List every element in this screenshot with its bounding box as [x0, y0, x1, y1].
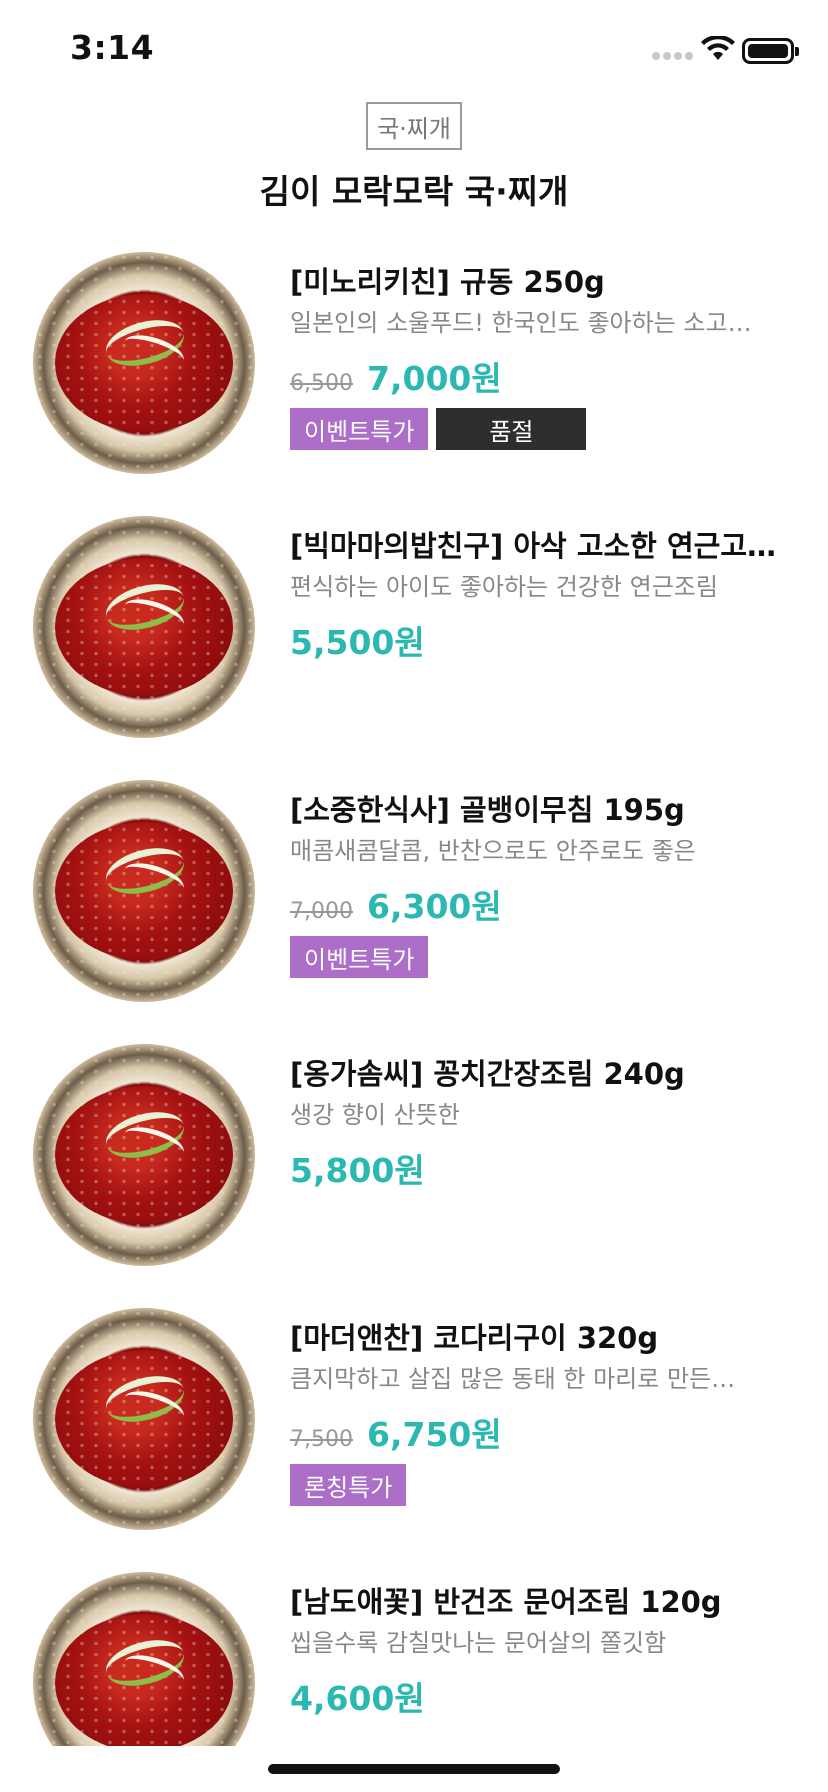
sale-price: 4,600원	[290, 1679, 425, 1718]
sale-price: 6,300원	[366, 887, 502, 926]
product-description: 매콤새콤달콤, 반찬으로도 안주로도 좋은	[290, 837, 696, 865]
category-tag[interactable]: 국·찌개	[366, 102, 462, 150]
product-thumbnail	[33, 780, 255, 1002]
event-badge: 이벤트특가	[290, 408, 429, 450]
product-name: [옹가솜씨] 꽁치간장조림 240g	[290, 1057, 685, 1091]
product-item[interactable]: [남도애꽃] 반건조 문어조림 120g 씹을수록 감칠맛나는 문어살의 쫄깃함…	[0, 1568, 828, 1746]
sale-price: 5,500원	[290, 623, 425, 662]
product-name: [소중한식사] 골뱅이무침 195g	[290, 793, 685, 827]
product-thumbnail	[33, 252, 255, 474]
wifi-icon	[701, 36, 735, 60]
sale-price: 6,750원	[366, 1415, 502, 1454]
signal-dots-icon	[652, 52, 693, 60]
screen: 3:14 국·찌개 김이 모락모락 국·찌개 [미노리키친] 규동 250g 일…	[0, 0, 828, 1792]
launch-badge: 론칭특가	[290, 1464, 407, 1506]
product-description: 일본인의 소울푸드! 한국인도 좋아하는 소고…	[290, 309, 752, 337]
product-thumbnail	[33, 1308, 255, 1530]
product-item[interactable]: [미노리키친] 규동 250g 일본인의 소울푸드! 한국인도 좋아하는 소고……	[0, 248, 828, 512]
sale-price: 7,000원	[366, 359, 502, 398]
event-badge: 이벤트특가	[290, 936, 429, 978]
soldout-badge: 품절	[436, 408, 587, 450]
product-description: 큼지막하고 살집 많은 동태 한 마리로 만든…	[290, 1365, 736, 1393]
product-name: [빅마마의밥친구] 아삭 고소한 연근고…	[290, 529, 776, 563]
original-price: 6,500	[290, 371, 353, 396]
product-name: [마더앤찬] 코다리구이 320g	[290, 1321, 659, 1355]
status-bar: 3:14	[0, 0, 828, 100]
product-description: 생강 향이 산뜻한	[290, 1101, 460, 1129]
product-name: [남도애꽃] 반건조 문어조림 120g	[290, 1585, 722, 1619]
product-thumbnail	[33, 1044, 255, 1266]
product-item[interactable]: [소중한식사] 골뱅이무침 195g 매콤새콤달콤, 반찬으로도 안주로도 좋은…	[0, 776, 828, 1040]
page-title: 김이 모락모락 국·찌개	[259, 172, 569, 211]
product-thumbnail	[33, 1572, 255, 1746]
sale-price: 5,800원	[290, 1151, 425, 1190]
status-time: 3:14	[70, 28, 155, 67]
original-price: 7,000	[290, 899, 353, 924]
battery-icon	[742, 38, 799, 64]
product-thumbnail	[33, 516, 255, 738]
product-item[interactable]: [옹가솜씨] 꽁치간장조림 240g 생강 향이 산뜻한 5,800원	[0, 1040, 828, 1304]
product-description: 편식하는 아이도 좋아하는 건강한 연근조림	[290, 573, 718, 601]
product-description: 씹을수록 감칠맛나는 문어살의 쫄깃함	[290, 1629, 667, 1657]
product-name: [미노리키친] 규동 250g	[290, 265, 605, 299]
home-indicator[interactable]	[268, 1764, 560, 1774]
product-item[interactable]: [마더앤찬] 코다리구이 320g 큼지막하고 살집 많은 동태 한 마리로 만…	[0, 1304, 828, 1568]
original-price: 7,500	[290, 1427, 353, 1452]
product-item[interactable]: [빅마마의밥친구] 아삭 고소한 연근고… 편식하는 아이도 좋아하는 건강한 …	[0, 512, 828, 776]
